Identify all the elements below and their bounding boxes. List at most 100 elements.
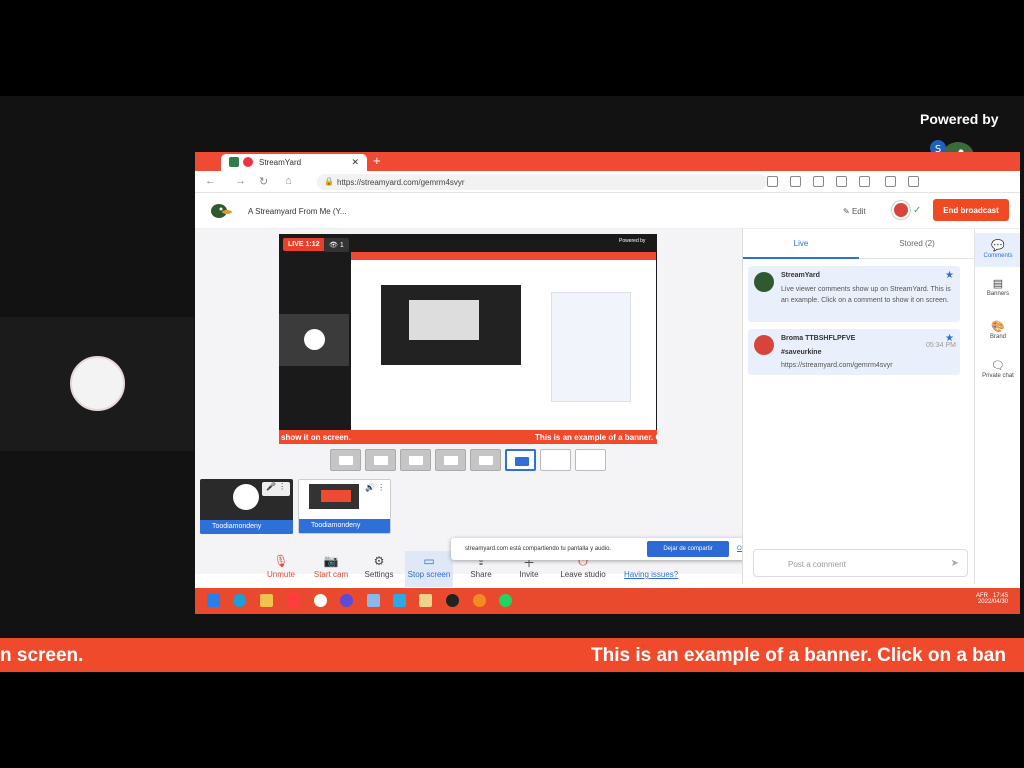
edge-icon[interactable] — [233, 594, 246, 607]
stop-screen-label: Stop screen — [407, 570, 451, 579]
studio-main-area: LIVE 1:12 👁 1 Powered by show it on scre… — [195, 229, 742, 574]
streamyard-favicon-icon — [229, 157, 239, 167]
close-tab-icon[interactable]: ✕ — [351, 157, 359, 168]
rail-banners[interactable]: ▤ Banners — [975, 277, 1020, 307]
layout-thin[interactable] — [435, 449, 466, 471]
new-tab-button[interactable]: + — [373, 153, 381, 168]
youtube-icon[interactable] — [287, 594, 300, 607]
comment-card[interactable]: Broma TTBSHFLPFVE #saveurkine https://st… — [748, 329, 960, 375]
camera-permission-icon[interactable] — [767, 176, 778, 187]
rail-brand-label: Brand — [989, 334, 1006, 340]
having-issues-link[interactable]: Having issues? — [624, 570, 678, 579]
preview-screen-share — [351, 252, 656, 430]
participant-tile[interactable]: 🎤 ⋮ Toodiamondeny — [200, 479, 293, 534]
star-icon[interactable]: ★ — [945, 333, 954, 344]
layout-solo-glyph — [339, 456, 353, 465]
layout-blank[interactable] — [575, 449, 606, 471]
destination-avatar[interactable] — [892, 201, 910, 219]
clock-date: 2022/04/30 — [977, 599, 1008, 605]
browser-tab-bar: StreamYard ✕ + — [195, 152, 1020, 171]
obs-icon[interactable] — [446, 594, 459, 607]
streamyard-avatar — [754, 272, 774, 292]
unmute-label: Unmute — [266, 570, 295, 579]
screen-share-name: Toodiamondeny — [299, 519, 390, 533]
firefox-icon[interactable] — [473, 594, 486, 607]
tab-stored[interactable]: Stored (2) — [859, 229, 975, 259]
layout-solo[interactable] — [330, 449, 361, 471]
edit-button[interactable]: ✎ Edit — [843, 207, 866, 216]
notes-icon[interactable] — [419, 594, 432, 607]
extensions-icon[interactable] — [813, 176, 824, 187]
comment-body: Live viewer comments show up on StreamYa… — [781, 286, 951, 304]
spotify-icon[interactable] — [499, 594, 512, 607]
chat-panel: Live Stored (2) StreamYard Live viewer c… — [742, 229, 975, 584]
stop-sharing-button[interactable]: Dejar de compartir — [647, 541, 729, 557]
check-icon: ✓ — [913, 205, 922, 216]
tab-live[interactable]: Live — [743, 229, 859, 259]
send-icon[interactable]: ➤ — [951, 558, 959, 569]
end-broadcast-button[interactable]: End broadcast — [933, 199, 1009, 221]
comment-card[interactable]: StreamYard Live viewer comments show up … — [748, 266, 960, 322]
layout-group[interactable] — [365, 449, 396, 471]
star-icon[interactable]: ★ — [945, 270, 954, 281]
layout-screen[interactable] — [540, 449, 571, 471]
reload-icon[interactable]: ↻ — [259, 175, 268, 188]
participant-avatar — [233, 484, 259, 510]
banners-icon: ▤ — [992, 278, 1004, 290]
screen-share-notice: streamyard.com está compartiendo tu pant… — [451, 538, 769, 560]
address-bar[interactable]: 🔒 https://streamyard.com/gemrm4svyr — [317, 174, 767, 190]
profile-icon[interactable] — [908, 176, 919, 187]
live-preview: LIVE 1:12 👁 1 Powered by show it on scre… — [279, 234, 657, 444]
file-explorer-icon[interactable] — [260, 594, 273, 607]
shared-browser-window: StreamYard ✕ + ← → ↻ ⌂ 🔒 https://streamy… — [195, 152, 1020, 614]
gear-icon: ⚙ — [373, 554, 385, 568]
comment-input[interactable]: Post a comment ➤ — [753, 549, 968, 577]
lock-icon: 🔒 — [324, 177, 334, 186]
viber-icon[interactable] — [340, 594, 353, 607]
start-cam-button[interactable]: 📷 Start cam — [307, 551, 355, 587]
stop-screen-button[interactable]: ▭ Stop screen — [405, 551, 453, 587]
back-icon[interactable]: ← — [205, 175, 216, 187]
photos-icon[interactable] — [367, 594, 380, 607]
layout-cropped[interactable] — [505, 449, 536, 471]
store-icon[interactable] — [393, 594, 406, 607]
monitor-icon: ▭ — [423, 554, 435, 568]
chat-tabs: Live Stored (2) — [743, 229, 975, 259]
preview-powered-by: Powered by — [619, 238, 646, 244]
system-tray[interactable]: AFR 17:45 2022/04/30 — [976, 593, 1008, 605]
layout-pip[interactable] — [470, 449, 501, 471]
mic-off-icon: 🎙 — [273, 554, 289, 568]
screen-share-tile[interactable]: 🔊 ⋮ Toodiamondeny — [298, 479, 391, 534]
video-icon[interactable] — [790, 176, 801, 187]
browser-tab[interactable]: StreamYard ✕ — [221, 154, 367, 171]
preview-banner-right: This is an example of a banner. Clic — [535, 433, 657, 442]
participant-controls[interactable]: 🎤 ⋮ — [262, 482, 290, 496]
app-icon[interactable] — [314, 594, 327, 607]
layout-leader[interactable] — [400, 449, 431, 471]
start-icon[interactable] — [207, 594, 220, 607]
edit-label: Edit — [851, 207, 866, 216]
side-rail: 💬 Comments ▤ Banners 🎨 Brand 🗨 Private chat — [974, 229, 1020, 584]
start-cam-label: Start cam — [313, 570, 349, 579]
screen-recording-frame: Powered by S StreamYard ✕ + ← → ↻ ⌂ 🔒 ht… — [0, 0, 1024, 768]
broadcast-title[interactable]: A Streamyard From Me (Y... — [248, 207, 347, 216]
layout-cropped-glyph — [515, 457, 529, 466]
rail-banners-label: Banners — [986, 291, 1010, 297]
home-icon[interactable]: ⌂ — [285, 175, 292, 187]
powered-by-label: Powered by — [920, 111, 999, 127]
host-avatar — [70, 356, 125, 411]
preview-banner-left: show it on screen. — [281, 433, 351, 442]
screen-share-controls[interactable]: 🔊 ⋮ — [361, 483, 389, 497]
rail-comments[interactable]: 💬 Comments — [975, 233, 1020, 267]
forward-icon[interactable]: → — [235, 175, 246, 187]
favorites-icon[interactable] — [859, 176, 870, 187]
commenter-avatar — [754, 335, 774, 355]
rail-brand[interactable]: 🎨 Brand — [975, 320, 1020, 350]
unmute-button[interactable]: 🎙 Unmute — [257, 551, 305, 587]
preview-nested-screen — [409, 300, 479, 340]
settings-button[interactable]: ⚙ Settings — [355, 551, 403, 587]
rail-private-chat[interactable]: 🗨 Private chat — [975, 359, 1020, 399]
collections-icon[interactable] — [885, 176, 896, 187]
layout-thin-glyph — [444, 456, 458, 465]
read-aloud-icon[interactable] — [836, 176, 847, 187]
